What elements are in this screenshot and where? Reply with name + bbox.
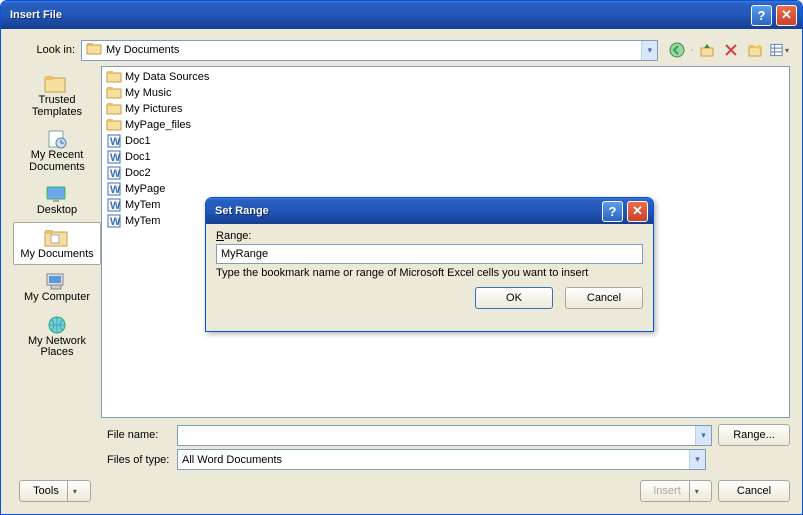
cancel-button[interactable]: Cancel — [718, 480, 790, 502]
filename-input[interactable]: ▾ — [177, 425, 712, 446]
list-item[interactable]: WDoc2 — [106, 165, 785, 181]
word-icon: W — [106, 165, 122, 181]
recent-icon — [42, 128, 72, 150]
folder-icon — [106, 117, 122, 133]
range-button[interactable]: Range... — [718, 424, 790, 446]
filetype-dropdown[interactable]: All Word Documents ▾ — [177, 449, 706, 470]
lookin-label: Look in: — [13, 44, 81, 56]
lookin-value: My Documents — [106, 44, 179, 56]
chevron-down-icon[interactable]: ▾ — [695, 426, 711, 445]
folder-icon — [106, 101, 122, 117]
word-icon: W — [106, 181, 122, 197]
place-recent-documents[interactable]: My Recent Documents — [13, 123, 101, 178]
svg-text:W: W — [110, 168, 121, 180]
ok-button[interactable]: OK — [475, 287, 553, 309]
place-trusted-templates[interactable]: Trusted Templates — [13, 68, 101, 123]
views-icon[interactable]: ▾ — [768, 39, 790, 61]
svg-text:W: W — [110, 136, 121, 148]
network-icon — [42, 314, 72, 336]
svg-text:W: W — [110, 184, 121, 196]
chevron-down-icon[interactable]: ▾ — [67, 481, 77, 501]
insert-file-dialog: Insert File ? ✕ Look in: My Documents ▾ … — [0, 0, 803, 515]
folder-icon — [42, 73, 72, 95]
range-input[interactable] — [216, 244, 643, 264]
range-label: Range: — [216, 230, 643, 242]
window-title: Insert File — [6, 9, 751, 21]
folder-icon — [42, 227, 72, 249]
lookin-dropdown[interactable]: My Documents ▾ — [81, 40, 658, 61]
close-icon[interactable]: ✕ — [627, 201, 648, 222]
tools-button[interactable]: Tools▾ — [19, 480, 91, 502]
places-bar: Trusted Templates My Recent Documents De… — [13, 66, 101, 418]
folder-icon — [86, 42, 102, 59]
insert-button[interactable]: Insert▾ — [640, 480, 712, 502]
chevron-down-icon[interactable]: ▾ — [689, 481, 699, 501]
new-folder-icon[interactable] — [744, 39, 766, 61]
word-icon: W — [106, 149, 122, 165]
folder-icon — [106, 85, 122, 101]
word-icon: W — [106, 213, 122, 229]
desktop-icon — [42, 183, 72, 205]
filename-label: File name: — [101, 429, 177, 441]
svg-text:W: W — [110, 200, 121, 212]
close-icon[interactable]: ✕ — [776, 5, 797, 26]
filetype-label: Files of type: — [101, 454, 177, 466]
svg-text:W: W — [110, 152, 121, 164]
help-icon[interactable]: ? — [751, 5, 772, 26]
titlebar: Insert File ? ✕ — [1, 1, 802, 29]
place-network-places[interactable]: My Network Places — [13, 309, 101, 364]
list-item[interactable]: My Music — [106, 85, 785, 101]
up-level-icon[interactable] — [696, 39, 718, 61]
list-item[interactable]: My Data Sources — [106, 69, 785, 85]
separator: · — [690, 44, 694, 56]
modal-cancel-button[interactable]: Cancel — [565, 287, 643, 309]
place-desktop[interactable]: Desktop — [13, 178, 101, 222]
modal-titlebar: Set Range ? ✕ — [206, 198, 653, 224]
list-item[interactable]: My Pictures — [106, 101, 785, 117]
help-icon[interactable]: ? — [602, 201, 623, 222]
list-item[interactable]: MyPage_files — [106, 117, 785, 133]
folder-icon — [106, 69, 122, 85]
svg-text:W: W — [110, 216, 121, 228]
list-item[interactable]: WDoc1 — [106, 133, 785, 149]
back-icon[interactable] — [666, 39, 688, 61]
delete-icon[interactable] — [720, 39, 742, 61]
list-item[interactable]: WDoc1 — [106, 149, 785, 165]
range-hint: Type the bookmark name or range of Micro… — [216, 267, 643, 279]
chevron-down-icon[interactable]: ▾ — [641, 41, 657, 60]
list-item[interactable]: WMyPage — [106, 181, 785, 197]
computer-icon — [42, 270, 72, 292]
place-my-computer[interactable]: My Computer — [13, 265, 101, 309]
word-icon: W — [106, 197, 122, 213]
set-range-dialog: Set Range ? ✕ Range: Type the bookmark n… — [205, 197, 654, 332]
modal-title: Set Range — [211, 205, 602, 217]
place-my-documents[interactable]: My Documents — [13, 222, 101, 266]
chevron-down-icon[interactable]: ▾ — [689, 450, 705, 469]
word-icon: W — [106, 133, 122, 149]
